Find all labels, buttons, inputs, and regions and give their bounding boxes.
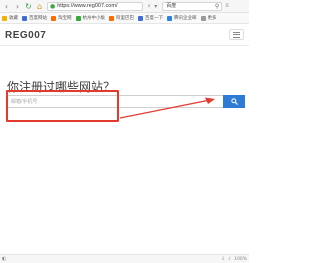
site-icon <box>167 15 172 21</box>
sound-icon[interactable]: ♪ <box>228 257 231 262</box>
lightning-icon[interactable]: ⚡ <box>147 3 151 10</box>
site-header: REG007 <box>0 24 249 46</box>
site-icon <box>138 15 143 21</box>
bookmark-item[interactable]: 百度网站 <box>22 15 47 21</box>
hamburger-menu-button[interactable] <box>229 29 244 40</box>
status-tools: ⇩ ♪ 100% <box>218 257 247 262</box>
annotation-arrow-icon <box>119 97 215 119</box>
site-icon <box>109 15 114 21</box>
star-icon <box>2 15 7 21</box>
address-url: https://www.reg007.com/ <box>57 2 118 9</box>
status-bar: ◐ ⇩ ♪ 100% <box>0 254 249 263</box>
zoom-level[interactable]: 100% <box>234 257 247 262</box>
forward-icon[interactable]: › <box>13 2 22 11</box>
address-tools: ⚡ ▾ <box>147 3 160 10</box>
bookmark-item[interactable]: 阿里巴巴 <box>109 15 134 21</box>
search-button[interactable] <box>223 95 245 108</box>
search-engine-label: 百度 <box>166 2 177 9</box>
address-bar[interactable]: ● https://www.reg007.com/ <box>47 1 143 11</box>
home-icon[interactable]: ⌂ <box>35 2 44 11</box>
more-icon <box>200 15 206 21</box>
search-icon <box>230 98 238 105</box>
bookmark-item[interactable]: 更多 <box>200 15 217 21</box>
menu-icon[interactable]: ≡ <box>225 3 229 9</box>
hamburger-icon-line <box>233 36 240 38</box>
bookmark-item[interactable]: 百度一下 <box>138 15 163 21</box>
browser-toolbar: ‹ › ↻ ⌂ ● https://www.reg007.com/ ⚡ ▾ 百度… <box>0 0 249 13</box>
bookmark-item[interactable]: 淘宝网 <box>51 15 72 21</box>
site-icon <box>75 15 81 21</box>
hamburger-icon <box>233 31 240 33</box>
bookmark-item[interactable]: 杭州中小板 <box>75 15 105 21</box>
refresh-icon[interactable]: ↻ <box>24 2 33 11</box>
browser-search-box[interactable]: 百度 ⚲ <box>162 1 223 11</box>
search-icon[interactable]: ⚲ <box>215 3 219 10</box>
site-icon <box>22 15 27 21</box>
site-logo[interactable]: REG007 <box>5 30 46 41</box>
status-icon: ◐ <box>2 256 7 262</box>
bookmark-item[interactable]: 腾讯企业邮 <box>167 15 197 21</box>
hamburger-icon-line <box>233 34 240 35</box>
back-icon[interactable]: ‹ <box>2 2 11 11</box>
dropdown-icon[interactable]: ▾ <box>154 3 157 10</box>
download-icon[interactable]: ⇩ <box>221 257 225 262</box>
bookmarks-bar: 收藏 百度网站 淘宝网 杭州中小板 阿里巴巴 百度一下 腾讯企业邮 更多 <box>0 13 249 24</box>
bookmark-item[interactable]: 收藏 <box>2 15 18 21</box>
site-icon <box>51 15 56 21</box>
lock-icon: ● <box>50 2 56 10</box>
annotation-highlight-box <box>6 90 119 122</box>
